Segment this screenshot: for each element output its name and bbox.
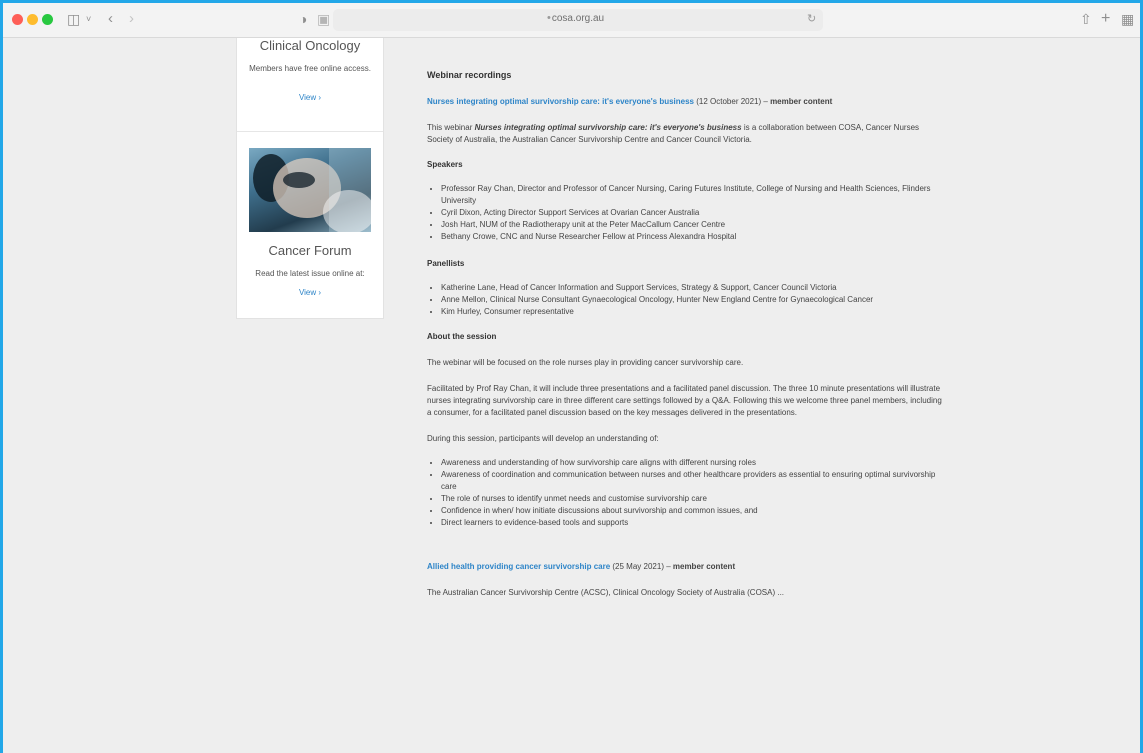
browser-toolbar: ◫ ˅ ‹ › ◑ ▣ • cosa.org.au ↻ ⇧ + ▦ bbox=[3, 3, 1140, 38]
about-paragraph-3: During this session, participants will d… bbox=[427, 434, 659, 443]
pub-title-cancer-forum: Cancer Forum bbox=[268, 243, 352, 258]
speakers-list: Professor Ray Chan, Director and Profess… bbox=[427, 183, 947, 243]
webinar-1-date: (12 October 2021) – bbox=[694, 97, 771, 106]
address-bar[interactable]: • cosa.org.au ↻ bbox=[333, 9, 823, 31]
webinar-2-date: (25 May 2021) – bbox=[610, 562, 673, 571]
reload-icon[interactable]: ↻ bbox=[807, 12, 816, 25]
pub-title-clinical-oncology: Clinical Oncology bbox=[259, 38, 361, 53]
panellists-list: Katherine Lane, Head of Cancer Informati… bbox=[427, 282, 947, 318]
new-tab-icon[interactable]: + bbox=[1101, 11, 1110, 27]
webinar-1-heading: Nurses integrating optimal survivorship … bbox=[427, 96, 947, 108]
back-button[interactable]: ‹ bbox=[108, 11, 113, 27]
panellist-item: Katherine Lane, Head of Cancer Informati… bbox=[441, 282, 947, 294]
webinar-1-tag: member content bbox=[770, 97, 833, 106]
outcome-item: Confidence in when/ how initiate discuss… bbox=[441, 505, 947, 517]
zoom-window-button[interactable] bbox=[42, 14, 53, 25]
panellist-item: Anne Mellon, Clinical Nurse Consultant G… bbox=[441, 294, 947, 306]
outcome-item: Direct learners to evidence-based tools … bbox=[441, 517, 947, 529]
intro-prefix: This webinar bbox=[427, 123, 475, 132]
minimize-window-button[interactable] bbox=[27, 14, 38, 25]
speaker-item: Professor Ray Chan, Director and Profess… bbox=[441, 183, 947, 207]
intro-emphasis: Nurses integrating optimal survivorship … bbox=[474, 123, 742, 132]
speaker-item: Bethany Crowe, CNC and Nurse Researcher … bbox=[441, 231, 947, 243]
outcome-item: Awareness of coordination and communicat… bbox=[441, 469, 947, 493]
page-menu-icon[interactable]: ▣ bbox=[317, 11, 330, 27]
main-content: Webinar recordings Nurses integrating op… bbox=[427, 38, 947, 599]
webinar-2-link[interactable]: Allied health providing cancer survivors… bbox=[427, 562, 610, 571]
speaker-item: Josh Hart, NUM of the Radiotherapy unit … bbox=[441, 219, 947, 231]
divider bbox=[237, 131, 383, 132]
webinar-2-intro: The Australian Cancer Survivorship Centr… bbox=[427, 588, 785, 597]
webinar-1-intro: This webinar Nurses integrating optimal … bbox=[427, 122, 947, 146]
tab-overview-icon[interactable]: ▦ bbox=[1121, 11, 1134, 27]
chevron-down-icon[interactable]: ˅ bbox=[86, 11, 91, 27]
browser-window: ◫ ˅ ‹ › ◑ ▣ • cosa.org.au ↻ ⇧ + ▦ Clinic… bbox=[3, 3, 1140, 753]
panellists-heading: Panellists bbox=[427, 259, 465, 268]
webinar-2-tag: member content bbox=[672, 562, 736, 571]
outcome-item: Awareness and understanding of how survi… bbox=[441, 457, 947, 469]
address-text: cosa.org.au bbox=[551, 13, 605, 24]
forward-button[interactable]: › bbox=[129, 11, 134, 27]
webinar-1-link[interactable]: Nurses integrating optimal survivorship … bbox=[427, 97, 694, 106]
view-cancer-forum-link[interactable]: View › bbox=[237, 288, 383, 297]
speaker-item: Cyril Dixon, Acting Director Support Ser… bbox=[441, 207, 947, 219]
close-window-button[interactable] bbox=[12, 14, 23, 25]
about-paragraph-2: Facilitated by Prof Ray Chan, it will in… bbox=[427, 384, 942, 417]
sidebar-toggle-icon[interactable]: ◫ bbox=[67, 11, 80, 27]
outcome-item: The role of nurses to identify unmet nee… bbox=[441, 493, 947, 505]
panellist-item: Kim Hurley, Consumer representative bbox=[441, 306, 947, 318]
webinar-2-heading: Allied health providing cancer survivors… bbox=[427, 561, 947, 573]
section-title: Webinar recordings bbox=[427, 70, 512, 80]
publications-sidebar: Clinical Oncology Members have free onli… bbox=[236, 38, 384, 319]
about-paragraph-1: The webinar will be focused on the role … bbox=[427, 358, 744, 367]
speakers-heading: Speakers bbox=[427, 160, 463, 169]
learning-outcomes-list: Awareness and understanding of how survi… bbox=[427, 457, 947, 529]
pub-desc-cancer-forum: Read the latest issue online at: bbox=[255, 269, 365, 278]
pub-desc-clinical-oncology: Members have free online access. bbox=[249, 64, 371, 73]
cancer-forum-cover-image bbox=[249, 148, 371, 232]
view-clinical-oncology-link[interactable]: View › bbox=[237, 93, 383, 102]
privacy-report-icon[interactable]: ◑ bbox=[299, 11, 307, 27]
share-icon[interactable]: ⇧ bbox=[1080, 11, 1092, 27]
web-page: Clinical Oncology Members have free onli… bbox=[3, 38, 1140, 753]
about-heading: About the session bbox=[427, 332, 497, 341]
